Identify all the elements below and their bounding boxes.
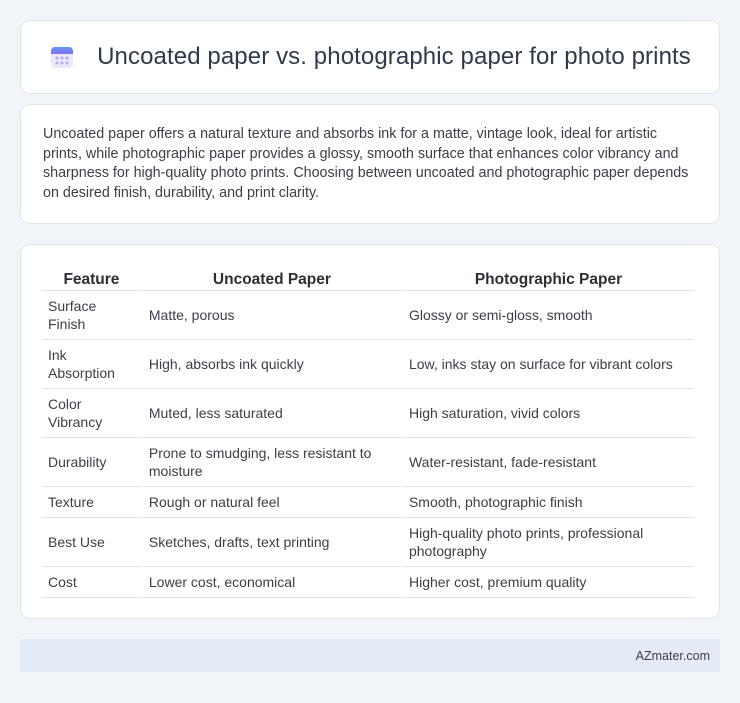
title-row: Uncoated paper vs. photographic paper fo… <box>49 43 691 71</box>
title-card: Uncoated paper vs. photographic paper fo… <box>20 20 720 94</box>
table-row: Texture Rough or natural feel Smooth, ph… <box>42 487 694 518</box>
uncoated-cell: Prone to smudging, less resistant to moi… <box>142 438 401 487</box>
footer-bar: AZmater.com <box>20 639 720 672</box>
footer-site-link[interactable]: AZmater.com <box>636 649 710 663</box>
uncoated-cell: High, absorbs ink quickly <box>142 340 401 389</box>
photographic-cell: Low, inks stay on surface for vibrant co… <box>402 340 694 389</box>
feature-cell: Surface Finish <box>42 291 141 340</box>
uncoated-cell: Matte, porous <box>142 291 401 340</box>
feature-cell: Cost <box>42 567 141 598</box>
feature-cell: Durability <box>42 438 141 487</box>
feature-cell: Best Use <box>42 518 141 567</box>
intro-card: Uncoated paper offers a natural texture … <box>20 104 720 224</box>
photographic-cell: Higher cost, premium quality <box>402 567 694 598</box>
table-row: Durability Prone to smudging, less resis… <box>42 438 694 487</box>
column-header-photographic: Photographic Paper <box>402 267 694 291</box>
feature-cell: Ink Absorption <box>42 340 141 389</box>
comparison-table: Feature Uncoated Paper Photographic Pape… <box>40 267 696 598</box>
column-header-uncoated: Uncoated Paper <box>142 267 401 291</box>
feature-cell: Texture <box>42 487 141 518</box>
photographic-cell: Glossy or semi-gloss, smooth <box>402 291 694 340</box>
column-header-feature: Feature <box>42 267 141 291</box>
photographic-cell: Water-resistant, fade-resistant <box>402 438 694 487</box>
calendar-icon <box>49 44 75 70</box>
feature-cell: Color Vibrancy <box>42 389 141 438</box>
uncoated-cell: Sketches, drafts, text printing <box>142 518 401 567</box>
uncoated-cell: Rough or natural feel <box>142 487 401 518</box>
table-row: Ink Absorption High, absorbs ink quickly… <box>42 340 694 389</box>
uncoated-cell: Lower cost, economical <box>142 567 401 598</box>
table-row: Surface Finish Matte, porous Glossy or s… <box>42 291 694 340</box>
photographic-cell: High saturation, vivid colors <box>402 389 694 438</box>
uncoated-cell: Muted, less saturated <box>142 389 401 438</box>
photographic-cell: High-quality photo prints, professional … <box>402 518 694 567</box>
photographic-cell: Smooth, photographic finish <box>402 487 694 518</box>
table-header-row: Feature Uncoated Paper Photographic Pape… <box>42 267 694 291</box>
intro-paragraph: Uncoated paper offers a natural texture … <box>43 126 689 201</box>
comparison-card: Feature Uncoated Paper Photographic Pape… <box>20 244 720 619</box>
table-row: Best Use Sketches, drafts, text printing… <box>42 518 694 567</box>
table-row: Color Vibrancy Muted, less saturated Hig… <box>42 389 694 438</box>
table-row: Cost Lower cost, economical Higher cost,… <box>42 567 694 598</box>
page-title: Uncoated paper vs. photographic paper fo… <box>97 43 691 70</box>
